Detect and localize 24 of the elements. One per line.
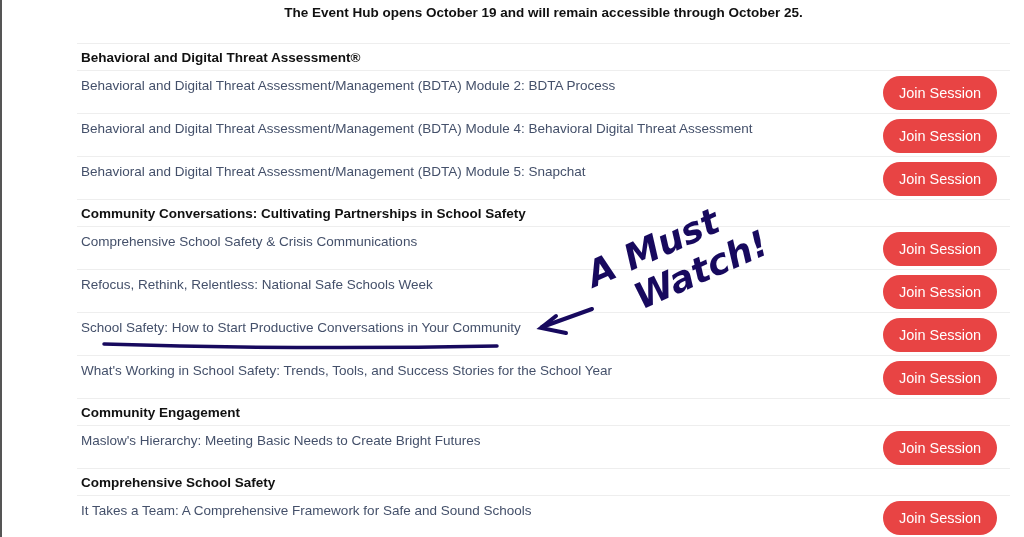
join-session-button[interactable]: Join Session (883, 318, 997, 352)
join-session-button[interactable]: Join Session (883, 232, 997, 266)
session-title: It Takes a Team: A Comprehensive Framework for Safe and Sound Schools (80, 502, 532, 518)
session-title: Maslow's Hierarchy: Meeting Basic Needs to Create Bright Futures (80, 432, 481, 448)
section-heading: Behavioral and Digital Threat Assessment® (80, 49, 361, 65)
notice-text: The Event Hub opens October 19 and will remain accessible through October 25. (284, 5, 803, 20)
section-heading: Community Engagement (80, 404, 240, 420)
join-session-button[interactable]: Join Session (883, 76, 997, 110)
join-session-button[interactable]: Join Session (883, 431, 997, 465)
session-title: Comprehensive School Safety & Crisis Communications (80, 233, 418, 249)
section-heading: Community Conversations: Cultivating Partnerships in School Safety (80, 205, 526, 221)
session-title: Refocus, Rethink, Relentless: National Safe Schools Week (80, 276, 433, 292)
join-session-button[interactable]: Join Session (883, 119, 997, 153)
session-title: Behavioral and Digital Threat Assessment/Management (BDTA) Module 5: Snapchat (80, 163, 586, 179)
session-title: Behavioral and Digital Threat Assessment/Management (BDTA) Module 4: Behavioral Digital Threat Assessment (80, 120, 753, 136)
join-session-button[interactable]: Join Session (883, 501, 997, 535)
hand-drawn-arrow (536, 307, 594, 335)
join-session-button[interactable]: Join Session (883, 275, 997, 309)
session-title: Behavioral and Digital Threat Assessment/Management (BDTA) Module 2: BDTA Process (80, 77, 616, 93)
join-session-button[interactable]: Join Session (883, 162, 997, 196)
session-title: School Safety: How to Start Productive Conversations in Your Community (80, 319, 521, 335)
section-heading: Comprehensive School Safety (80, 474, 276, 490)
join-session-button[interactable]: Join Session (883, 361, 997, 395)
session-title: What's Working in School Safety: Trends, Tools, and Success Stories for the School Year (80, 362, 613, 378)
